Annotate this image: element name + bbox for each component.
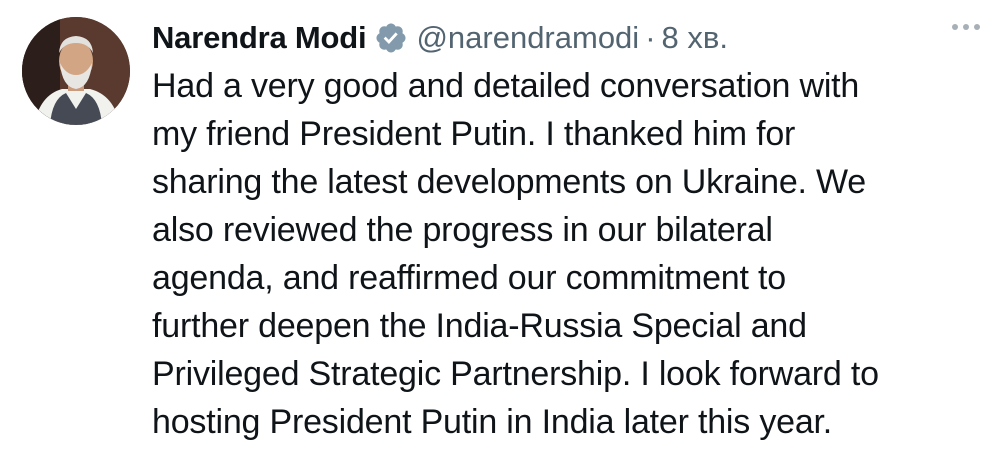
- tweet-header: Narendra Modi @narendramodi · 8 хв.: [152, 14, 980, 62]
- tweet-text-line: also reviewed the progress in our bilate…: [152, 211, 773, 249]
- verified-badge-icon[interactable]: [374, 21, 408, 55]
- tweet-text-line: Privileged Strategic Partnership. I look…: [152, 355, 879, 393]
- more-dot: [952, 24, 958, 30]
- more-dot: [974, 24, 980, 30]
- tweet-text-line: sharing the latest developments on Ukrai…: [152, 163, 867, 201]
- timestamp[interactable]: 8 хв.: [662, 20, 728, 56]
- more-dot: [963, 24, 969, 30]
- tweet-text-line: Had a very good and detailed conversatio…: [152, 67, 860, 105]
- tweet-text-line: further deepen the India-Russia Special …: [152, 307, 807, 345]
- separator-dot: ·: [645, 20, 656, 55]
- display-name[interactable]: Narendra Modi: [152, 20, 367, 56]
- tweet-card: Narendra Modi @narendramodi · 8 хв. Had …: [0, 0, 1000, 463]
- avatar[interactable]: [22, 17, 130, 125]
- more-horizontal-icon[interactable]: [952, 24, 980, 30]
- tweet-text-line: my friend President Putin. I thanked him…: [152, 115, 796, 153]
- tweet-text-line: agenda, and reaffirmed our commitment to: [152, 259, 786, 297]
- user-handle[interactable]: @narendramodi: [416, 20, 639, 56]
- tweet-text: Had a very good and detailed conversatio…: [152, 62, 982, 446]
- tweet-text-line: hosting President Putin in India later t…: [152, 403, 833, 441]
